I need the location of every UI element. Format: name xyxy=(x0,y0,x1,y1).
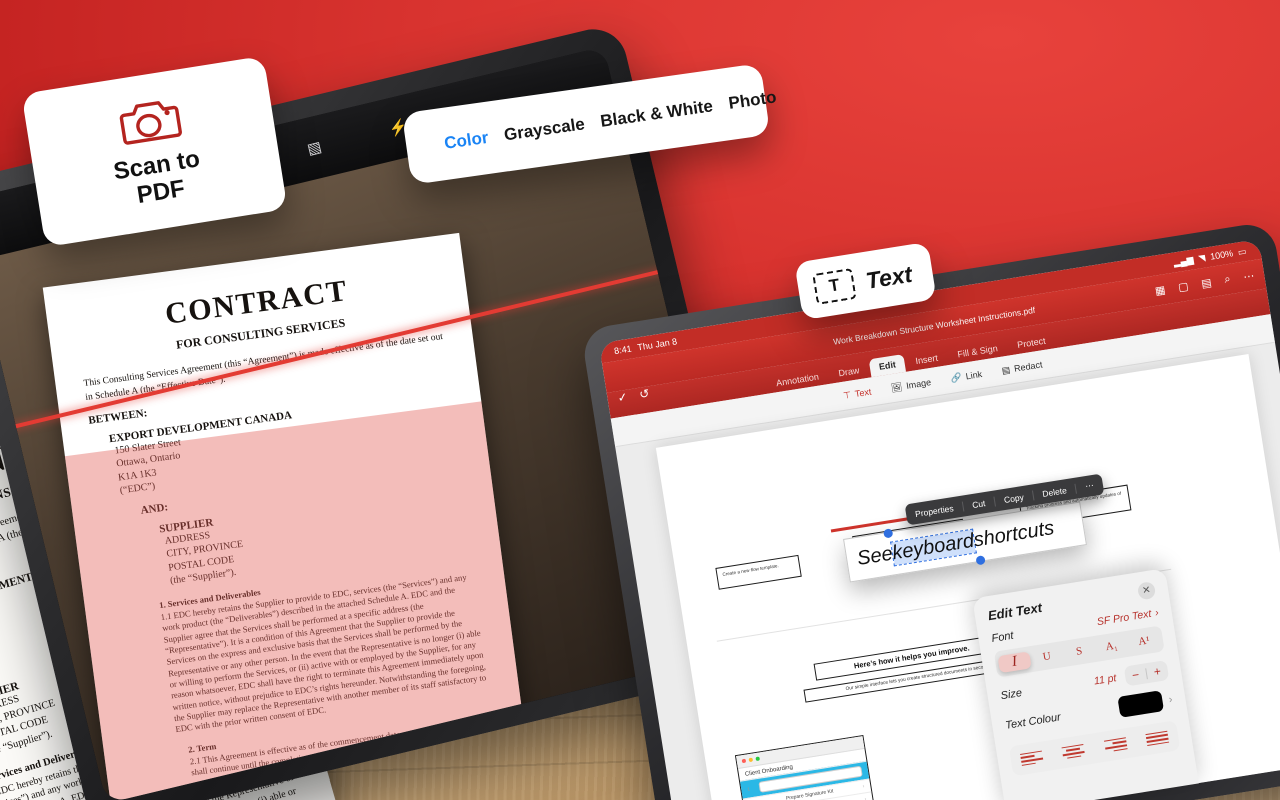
context-delete[interactable]: Delete xyxy=(1032,483,1078,500)
subtool-text[interactable]: ⊤ Text xyxy=(842,386,872,401)
size-label: Size xyxy=(999,687,1023,703)
cellular-icon: ▂▄▆ xyxy=(1172,254,1195,268)
text-box-icon: ⊤ xyxy=(842,389,852,401)
camera-icon xyxy=(119,101,182,145)
mode-color[interactable]: Color xyxy=(443,128,490,154)
link-icon: 🔗 xyxy=(949,371,963,384)
battery-icon: ▭ xyxy=(1237,245,1248,257)
panel-title: Edit Text xyxy=(986,599,1043,624)
chevron-right-icon: › xyxy=(1154,606,1160,620)
edit-text-selected[interactable]: keyboard xyxy=(889,527,977,567)
bookmark-icon[interactable]: ▢ xyxy=(1177,279,1189,293)
size-decrease-button[interactable]: − xyxy=(1124,666,1147,683)
selection-handle-start[interactable] xyxy=(883,528,894,539)
context-properties[interactable]: Properties xyxy=(905,501,965,520)
subscript-button[interactable]: A₁ xyxy=(1095,638,1128,655)
subtool-text-label: Text xyxy=(854,386,873,399)
chevron-right-icon: › xyxy=(862,783,865,790)
note-1[interactable]: Create a new flow template. xyxy=(715,554,802,590)
align-justify-icon[interactable] xyxy=(1135,729,1179,748)
thumbnails-icon[interactable]: ▦ xyxy=(1154,283,1166,297)
close-dot-icon xyxy=(741,758,747,764)
close-icon[interactable]: ✕ xyxy=(1136,580,1157,601)
client-onboarding-card[interactable]: Client Onboarding 1 Update Status in CRM… xyxy=(734,734,879,800)
outline-icon[interactable]: ▤ xyxy=(1200,275,1212,289)
chevron-right-icon: › xyxy=(864,796,867,800)
strikethrough-button[interactable]: S xyxy=(1063,643,1096,660)
context-more[interactable]: ⋯ xyxy=(1076,479,1104,494)
font-value-wrap[interactable]: SF Pro Text › xyxy=(1096,607,1159,629)
text-tool-icon: T xyxy=(812,267,857,305)
subtool-image[interactable]: 🖼 Image xyxy=(890,377,932,394)
check-icon[interactable]: ✓ xyxy=(617,390,629,405)
context-copy[interactable]: Copy xyxy=(994,489,1035,506)
align-left-icon[interactable] xyxy=(1010,749,1054,768)
superscript-button[interactable]: A¹ xyxy=(1127,633,1160,650)
text-colour-swatch[interactable] xyxy=(1117,690,1165,718)
row-number: 1 xyxy=(746,786,751,792)
scan-to-pdf-label: Scan to PDF xyxy=(112,145,206,212)
font-label: Font xyxy=(990,629,1015,645)
redact-icon: ▤ xyxy=(1000,364,1011,376)
wifi-icon: ◥ xyxy=(1197,252,1206,264)
size-value: 11 pt xyxy=(1093,672,1118,688)
subtool-redact[interactable]: ▤ Redact xyxy=(1001,359,1043,376)
italic-button[interactable]: I xyxy=(997,650,1032,673)
edit-text-panel[interactable]: Edit Text ✕ Font SF Pro Text › I U S A₁ … xyxy=(972,568,1199,800)
align-center-icon[interactable] xyxy=(1052,742,1096,761)
subtool-link[interactable]: 🔗 Link xyxy=(950,368,983,384)
image-icon: 🖼 xyxy=(890,381,903,393)
align-right-icon[interactable] xyxy=(1094,736,1138,755)
undo-icon[interactable]: ↺ xyxy=(638,386,650,401)
subtool-link-label: Link xyxy=(964,368,983,382)
color-circles-icon xyxy=(427,132,431,160)
mode-black-and-white[interactable]: Black & White xyxy=(599,96,714,132)
text-colour-label: Text Colour xyxy=(1004,710,1062,732)
edit-text-before: See xyxy=(855,542,895,570)
status-time: 8:41 xyxy=(613,343,633,357)
status-date: Thu Jan 8 xyxy=(636,336,678,353)
minimize-dot-icon xyxy=(748,757,754,763)
text-tool-label: Text xyxy=(863,260,914,294)
screenshot-stage: CONTRACT FOR CONSULTING SERVICES This Co… xyxy=(0,0,1280,800)
maximize-dot-icon xyxy=(755,756,761,762)
subtool-redact-label: Redact xyxy=(1013,359,1044,374)
grid-off-icon[interactable]: ▧ xyxy=(305,138,323,158)
edit-text-after: shortcuts xyxy=(971,516,1056,551)
subtool-image-label: Image xyxy=(905,377,932,391)
search-icon[interactable]: ⌕ xyxy=(1223,272,1231,286)
size-increase-button[interactable]: + xyxy=(1146,663,1169,680)
mode-grayscale[interactable]: Grayscale xyxy=(503,114,586,145)
size-stepper[interactable]: − + xyxy=(1123,660,1170,687)
context-cut[interactable]: Cut xyxy=(962,496,996,511)
more-icon[interactable]: ⋯ xyxy=(1242,269,1255,284)
chevron-right-icon: › xyxy=(1167,693,1174,706)
font-value: SF Pro Text xyxy=(1096,607,1153,629)
underline-button[interactable]: U xyxy=(1030,648,1063,665)
battery-pct: 100% xyxy=(1209,248,1234,262)
